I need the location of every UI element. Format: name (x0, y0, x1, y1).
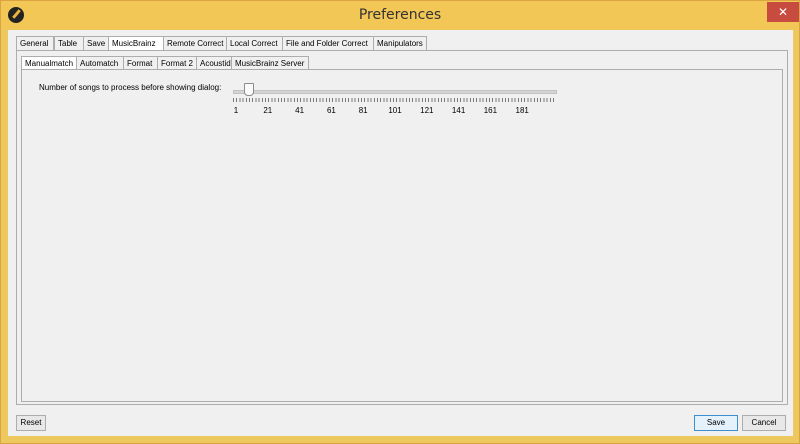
tab-musicbrainz[interactable]: MusicBrainz (108, 36, 164, 51)
subtab-format[interactable]: Format (123, 56, 159, 70)
songs-slider-thumb[interactable] (244, 83, 254, 96)
reset-button[interactable]: Reset (16, 415, 46, 431)
tick-label: 161 (483, 106, 498, 115)
musicbrainz-panel: Manualmatch Automatch Format Format 2 Ac… (16, 50, 788, 405)
cancel-button[interactable]: Cancel (742, 415, 786, 431)
title-bar: Preferences ✕ (1, 1, 799, 29)
window-title: Preferences (358, 7, 442, 23)
songs-slider-ticks (233, 98, 555, 102)
manualmatch-panel: Number of songs to process before showin… (21, 69, 783, 402)
tick-label: 121 (420, 106, 434, 115)
tab-table[interactable]: Table (54, 36, 86, 50)
tab-general[interactable]: General (16, 36, 54, 50)
tab-local-correct[interactable]: Local Correct (226, 36, 286, 50)
subtab-acoustid[interactable]: Acoustid (196, 56, 234, 70)
tab-file-and-folder-correct[interactable]: File and Folder Correct (282, 36, 376, 50)
tick-label: 81 (358, 106, 368, 115)
tick-label: 141 (451, 106, 466, 115)
save-button[interactable]: Save (694, 415, 738, 431)
subtab-automatch[interactable]: Automatch (76, 56, 124, 70)
tick-label: 21 (263, 106, 273, 115)
tick-label: 41 (295, 106, 305, 115)
tick-label: 1 (233, 106, 239, 115)
tab-remote-correct[interactable]: Remote Correct (163, 36, 229, 50)
tick-label: 61 (326, 106, 336, 115)
subtab-format-2[interactable]: Format 2 (157, 56, 197, 70)
dialog-client-area: General Table Save MusicBrainz Remote Co… (8, 30, 793, 436)
tick-label: 181 (515, 106, 529, 115)
tick-label: 101 (388, 106, 402, 115)
songs-slider-track[interactable] (233, 90, 557, 94)
tab-save[interactable]: Save (83, 36, 110, 50)
preferences-window: Preferences ✕ General Table Save MusicBr… (0, 0, 800, 444)
subtab-musicbrainz-server[interactable]: MusicBrainz Server (231, 56, 309, 70)
close-icon[interactable]: ✕ (767, 2, 799, 22)
tab-manipulators[interactable]: Manipulators (373, 36, 427, 50)
songs-to-process-label: Number of songs to process before showin… (39, 83, 222, 92)
